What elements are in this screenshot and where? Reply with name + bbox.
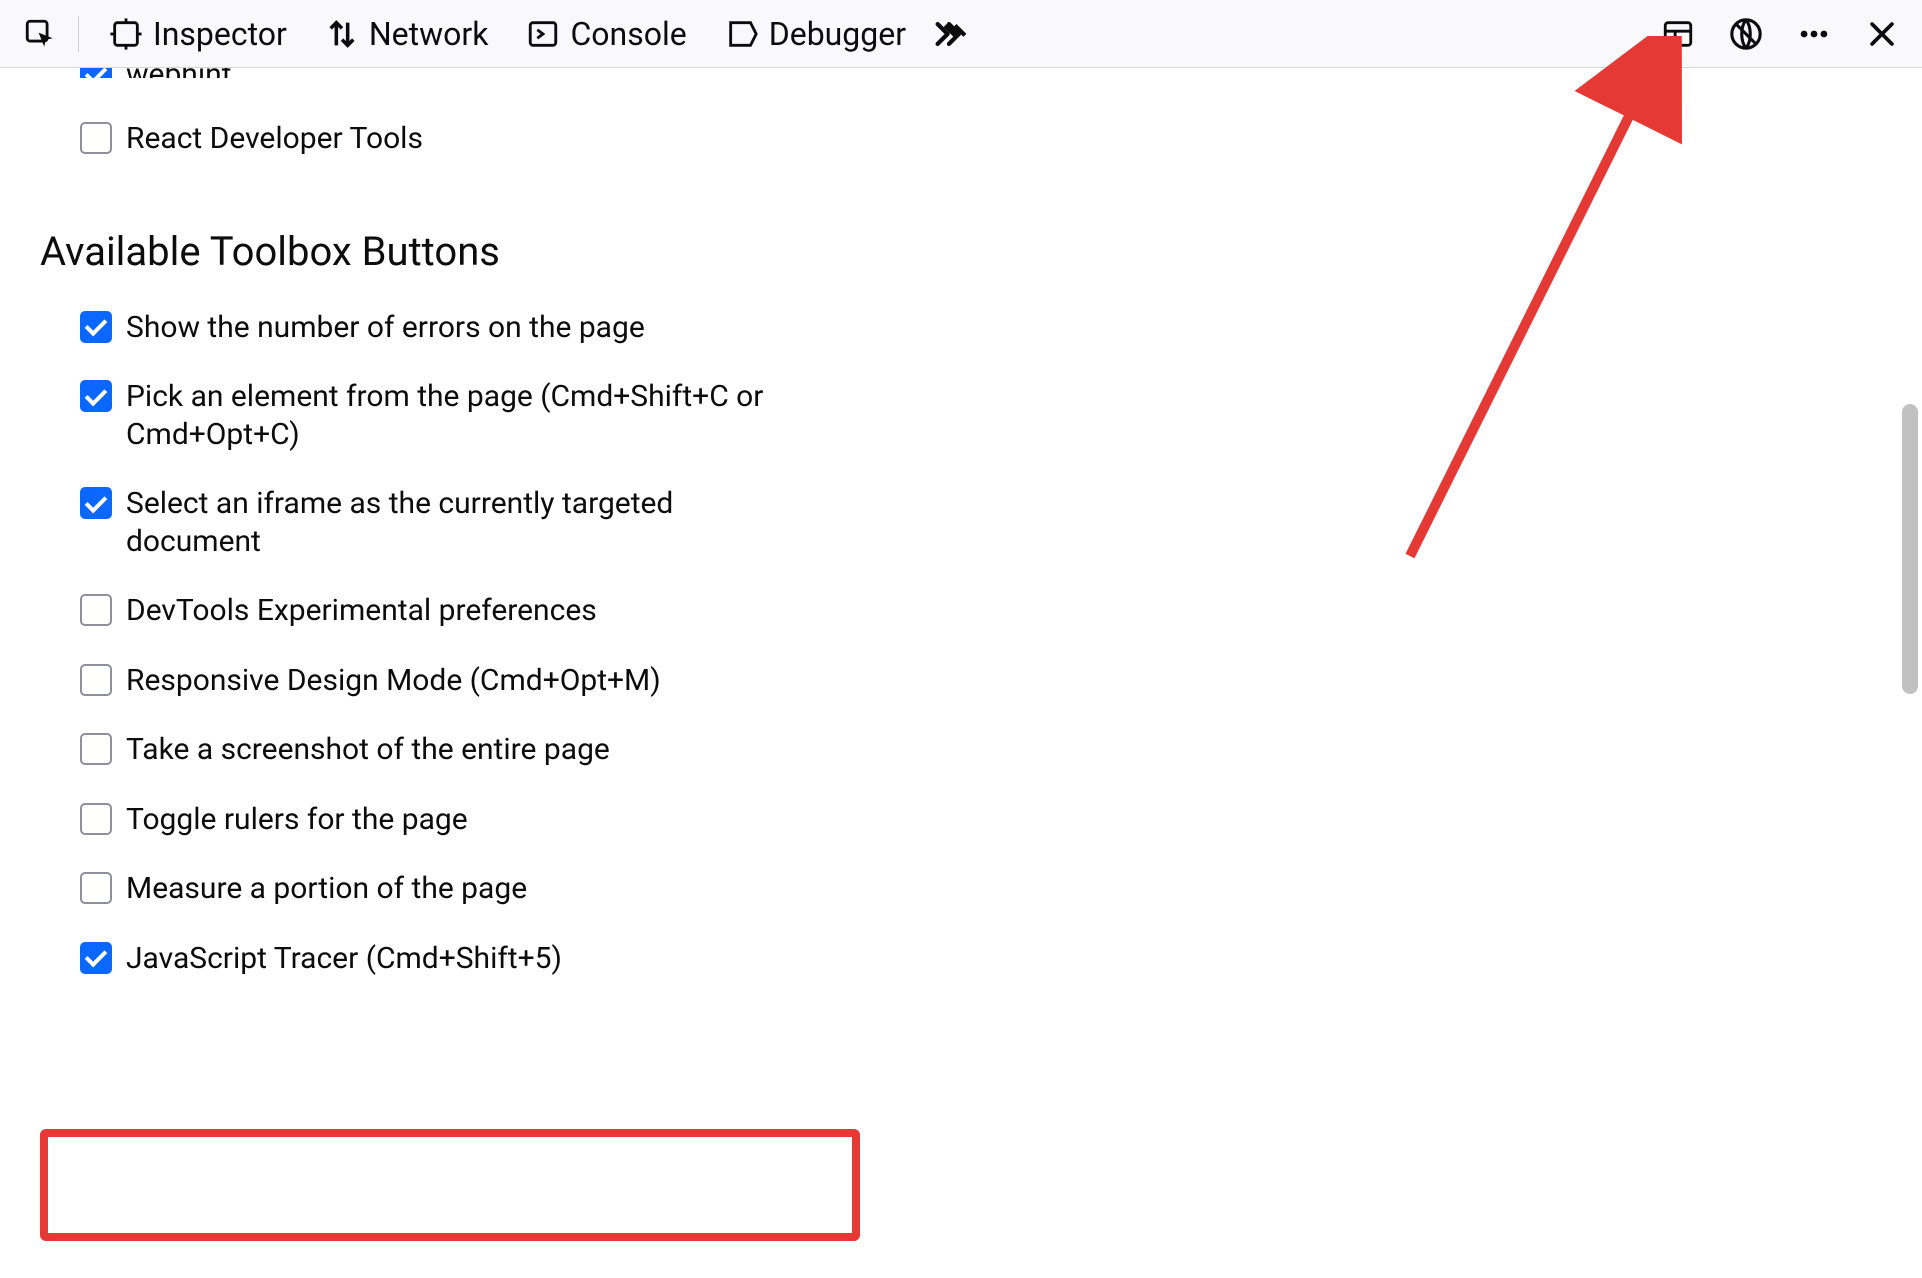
tab-debugger-label: Debugger — [769, 15, 906, 53]
checkbox-rulers[interactable] — [80, 803, 112, 835]
option-pick-element: Pick an element from the page (Cmd+Shift… — [80, 378, 780, 453]
toolbar-right — [1658, 14, 1902, 54]
network-icon — [325, 17, 359, 51]
checkbox-webhint[interactable] — [80, 68, 112, 78]
option-webhint: webhint — [80, 68, 1882, 78]
option-label: Show the number of errors on the page — [126, 309, 645, 347]
tab-network[interactable]: Network — [313, 9, 501, 59]
option-label: Select an iframe as the currently target… — [126, 485, 780, 560]
checkbox-responsive-design[interactable] — [80, 664, 112, 696]
javascript-tracer-icon[interactable] — [1726, 14, 1766, 54]
close-icon[interactable] — [1862, 14, 1902, 54]
option-error-count: Show the number of errors on the page — [80, 309, 780, 347]
tab-inspector[interactable]: Inspector — [97, 9, 299, 59]
checkbox-pick-element[interactable] — [80, 380, 112, 412]
option-react-devtools: React Developer Tools — [80, 120, 1882, 158]
option-responsive-design: Responsive Design Mode (Cmd+Opt+M) — [80, 662, 780, 700]
inspector-icon — [109, 17, 143, 51]
settings-content: webhint React Developer Tools Available … — [0, 68, 1922, 1278]
option-select-iframe: Select an iframe as the currently target… — [80, 485, 780, 560]
option-label: DevTools Experimental preferences — [126, 592, 597, 630]
tab-inspector-label: Inspector — [153, 15, 287, 53]
checkbox-measure[interactable] — [80, 872, 112, 904]
option-screenshot: Take a screenshot of the entire page — [80, 731, 780, 769]
option-label: Responsive Design Mode (Cmd+Opt+M) — [126, 662, 661, 700]
checkbox-select-iframe[interactable] — [80, 487, 112, 519]
tab-debugger[interactable]: Debugger — [713, 9, 918, 59]
option-label: Pick an element from the page (Cmd+Shift… — [126, 378, 780, 453]
toolbar-left: Inspector Network Console Debugger — [20, 9, 1650, 59]
element-picker-icon[interactable] — [20, 14, 60, 54]
option-label: React Developer Tools — [126, 120, 423, 158]
checkbox-js-tracer[interactable] — [80, 942, 112, 974]
scrollbar-thumb[interactable] — [1902, 404, 1918, 694]
option-js-tracer: JavaScript Tracer (Cmd+Shift+5) — [80, 940, 780, 978]
responsive-mode-icon[interactable] — [1658, 14, 1698, 54]
top-options-group: webhint React Developer Tools — [40, 68, 1882, 158]
console-icon — [526, 17, 560, 51]
option-label: webhint — [126, 68, 232, 78]
checkbox-experimental-prefs[interactable] — [80, 594, 112, 626]
tab-network-label: Network — [369, 15, 489, 53]
checkbox-screenshot[interactable] — [80, 733, 112, 765]
option-label: Measure a portion of the page — [126, 870, 527, 908]
more-tabs-icon[interactable] — [932, 14, 972, 54]
option-measure: Measure a portion of the page — [80, 870, 780, 908]
option-label: Toggle rulers for the page — [126, 801, 468, 839]
devtools-toolbar: Inspector Network Console Debugger — [0, 0, 1922, 68]
divider — [78, 16, 79, 52]
debugger-icon — [725, 17, 759, 51]
option-experimental-prefs: DevTools Experimental preferences — [80, 592, 780, 630]
option-label: JavaScript Tracer (Cmd+Shift+5) — [126, 940, 562, 978]
toolbox-buttons-list: Show the number of errors on the page Pi… — [40, 309, 780, 978]
option-rulers: Toggle rulers for the page — [80, 801, 780, 839]
tab-console-label: Console — [570, 15, 686, 53]
checkbox-error-count[interactable] — [80, 311, 112, 343]
option-label: Take a screenshot of the entire page — [126, 731, 610, 769]
checkbox-react-devtools[interactable] — [80, 122, 112, 154]
meatball-menu-icon[interactable] — [1794, 14, 1834, 54]
section-heading-toolbox-buttons: Available Toolbox Buttons — [40, 228, 1882, 275]
tab-console[interactable]: Console — [514, 9, 698, 59]
